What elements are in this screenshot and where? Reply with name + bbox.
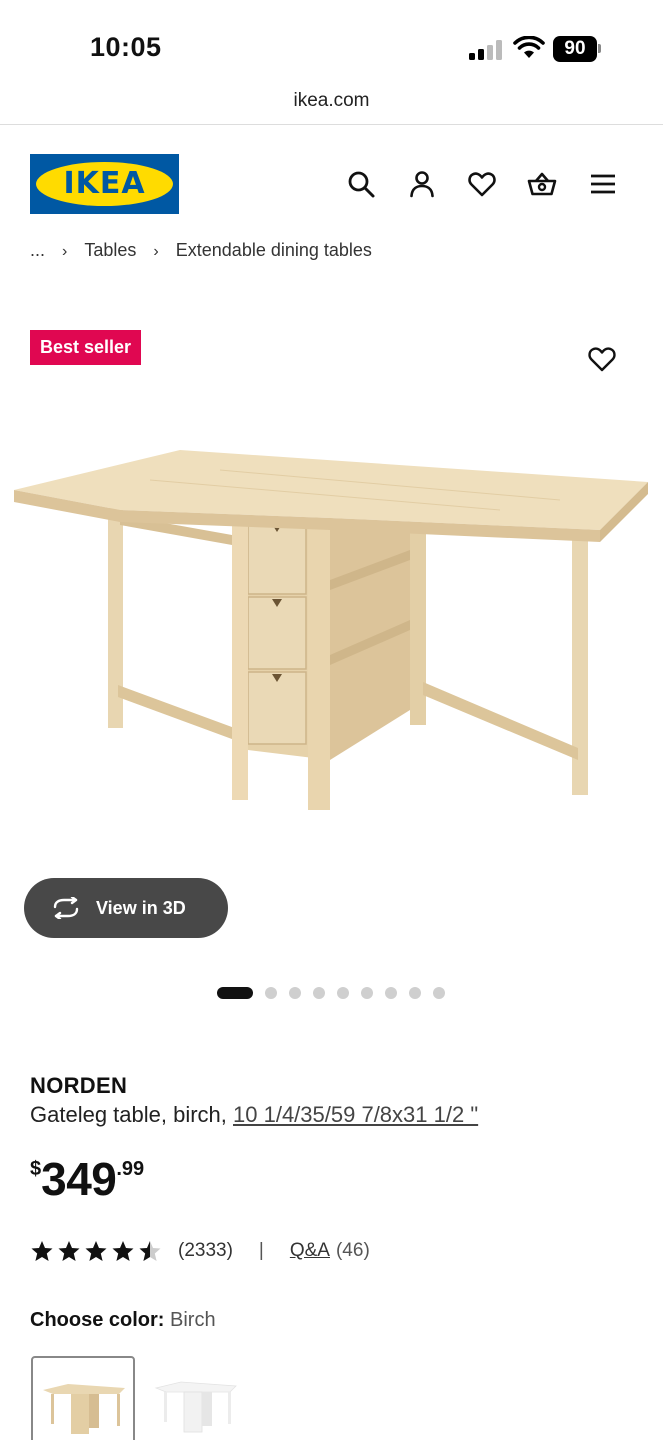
birch-table-thumbnail	[43, 1384, 125, 1434]
carousel-dot-7[interactable]	[385, 986, 397, 999]
rating-row: (2333) | Q&A (46)	[30, 1240, 370, 1262]
favorites-icon[interactable]	[467, 169, 497, 199]
qa-count: (46)	[335, 1240, 370, 1261]
chevron-right-icon: ›	[62, 243, 68, 260]
image-carousel-dots	[217, 986, 445, 999]
product-type: Gateleg table, birch,	[30, 1102, 234, 1127]
view-in-3d-label: View in 3D	[96, 897, 186, 918]
logo-text: IKEA	[63, 166, 146, 201]
product-dimensions-link[interactable]: 10 1/4/35/59 7/8x31 1/2 "	[233, 1102, 478, 1127]
breadcrumb-item-extendable-dining-tables[interactable]: Extendable dining tables	[176, 240, 372, 261]
price-cents: .99	[116, 1158, 145, 1180]
star-full-icon	[31, 1241, 53, 1261]
carousel-dot-2[interactable]	[265, 986, 277, 999]
carousel-dot-6[interactable]	[361, 986, 373, 999]
carousel-dot-9[interactable]	[433, 986, 445, 999]
status-time: 10:05	[90, 32, 162, 62]
product-price: $349.99	[30, 1152, 144, 1206]
carousel-dot-1[interactable]	[217, 986, 253, 999]
breadcrumb-ellipsis[interactable]: ...	[30, 240, 45, 261]
best-seller-badge: Best seller	[30, 330, 142, 365]
menu-icon[interactable]	[588, 169, 618, 199]
price-main: 349	[41, 1153, 117, 1205]
rotate-3d-icon	[53, 897, 79, 919]
carousel-dot-4[interactable]	[313, 986, 325, 999]
carousel-dot-3[interactable]	[289, 986, 301, 999]
star-half-icon	[139, 1241, 161, 1261]
product-description: Gateleg table, birch, 10 1/4/35/59 7/8x3…	[30, 1102, 478, 1128]
product-name: NORDEN	[30, 1073, 128, 1098]
chevron-right-icon: ›	[153, 243, 159, 260]
choose-color-label: Choose color: Birch	[30, 1309, 216, 1332]
color-swatch-birch[interactable]	[31, 1356, 135, 1440]
star-full-icon	[112, 1241, 134, 1261]
star-full-icon	[58, 1241, 80, 1261]
add-to-favorites-heart-icon[interactable]	[587, 344, 617, 374]
qa-link[interactable]: Q&A	[290, 1240, 330, 1262]
white-table-thumbnail	[154, 1381, 237, 1433]
star-full-icon	[85, 1241, 107, 1261]
selected-color-value: Birch	[170, 1309, 216, 1331]
color-swatch-white[interactable]	[150, 1356, 254, 1440]
breadcrumb: ... › Tables › Extendable dining tables	[30, 240, 372, 261]
choose-color-heading: Choose color:	[30, 1309, 165, 1331]
product-image[interactable]	[0, 430, 663, 830]
rating-stars[interactable]	[30, 1240, 162, 1262]
cellular-signal-icon	[469, 40, 502, 60]
carousel-dot-8[interactable]	[409, 986, 421, 999]
carousel-dot-5[interactable]	[337, 986, 349, 999]
rating-separator: |	[258, 1240, 264, 1261]
site-header: IKEA	[0, 125, 663, 235]
price-currency: $	[30, 1158, 42, 1180]
breadcrumb-item-tables[interactable]: Tables	[84, 240, 136, 261]
battery-icon: 90	[553, 36, 601, 62]
view-in-3d-button[interactable]: View in 3D	[24, 878, 228, 938]
status-bar: 10:05 90	[0, 0, 663, 90]
url-bar[interactable]: ikea.com	[0, 90, 663, 124]
battery-level: 90	[553, 36, 597, 62]
review-count[interactable]: (2333)	[178, 1240, 233, 1262]
shopping-bag-icon[interactable]	[527, 169, 557, 199]
ikea-logo[interactable]: IKEA	[30, 154, 179, 214]
account-icon[interactable]	[407, 169, 437, 199]
wifi-icon	[513, 36, 545, 58]
search-icon[interactable]	[346, 169, 376, 199]
